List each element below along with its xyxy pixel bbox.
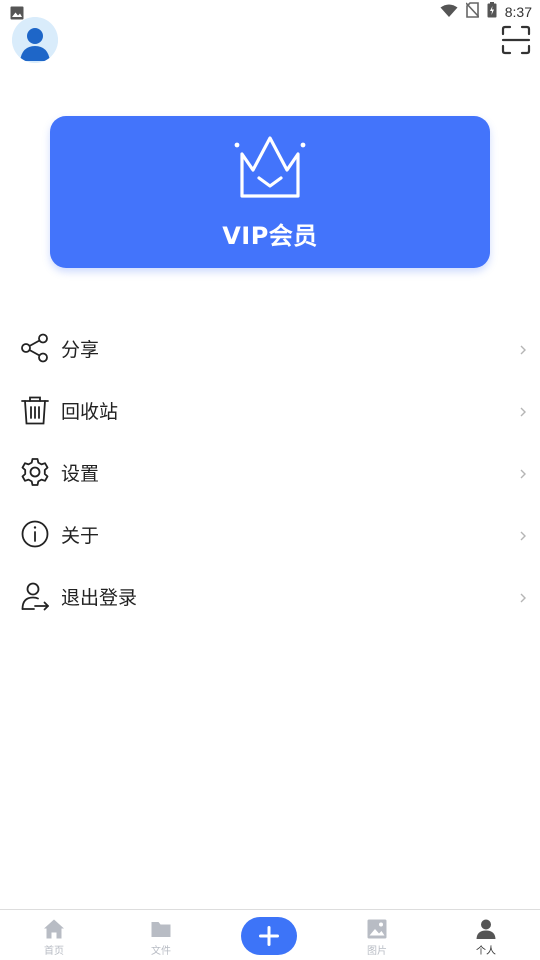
share-icon: [20, 333, 50, 363]
chevron-right-icon: [518, 589, 528, 603]
nav-item-images[interactable]: 图片: [347, 910, 407, 960]
wifi-icon: [440, 3, 458, 22]
chevron-right-icon: [518, 527, 528, 541]
image-icon: [366, 918, 388, 940]
user-avatar-icon[interactable]: [12, 17, 58, 63]
nav-item-home[interactable]: 首页: [24, 910, 84, 960]
folder-icon: [150, 918, 172, 940]
menu-item-about[interactable]: 关于: [0, 502, 540, 564]
menu-label: 退出登录: [61, 587, 138, 609]
nav-item-profile[interactable]: 个人: [456, 910, 516, 960]
no-sim-icon: [465, 2, 480, 22]
menu-label: 分享: [61, 339, 100, 361]
chevron-right-icon: [518, 403, 528, 417]
trash-icon: [20, 395, 50, 425]
menu-item-logout[interactable]: 退出登录: [0, 564, 540, 626]
nav-label: 首页: [44, 946, 64, 957]
home-icon: [43, 918, 65, 940]
gear-icon: [20, 457, 50, 487]
nav-label: 图片: [367, 946, 387, 957]
vip-title: VIP会员: [222, 222, 318, 250]
menu-label: 关于: [61, 525, 100, 547]
nav-label: 个人: [476, 946, 496, 957]
status-bar: 8:37: [0, 0, 540, 24]
chevron-right-icon: [518, 341, 528, 355]
bottom-nav: 首页 文件 图片 个人: [0, 909, 540, 960]
logout-icon: [20, 581, 50, 611]
add-button[interactable]: [241, 917, 297, 955]
info-icon: [20, 519, 50, 549]
scan-icon[interactable]: [501, 25, 531, 55]
nav-label: 文件: [151, 946, 171, 957]
person-icon: [475, 918, 497, 940]
menu-label: 设置: [61, 463, 100, 485]
settings-menu: 分享 回收站 设置 关于 退出登录: [0, 316, 540, 626]
nav-item-files[interactable]: 文件: [131, 910, 191, 960]
crown-icon: [232, 136, 308, 202]
vip-card[interactable]: VIP会员: [50, 116, 490, 268]
menu-item-settings[interactable]: 设置: [0, 440, 540, 502]
plus-icon: [259, 926, 279, 946]
battery-charging-icon: [487, 2, 497, 22]
menu-item-recycle-bin[interactable]: 回收站: [0, 378, 540, 440]
chevron-right-icon: [518, 465, 528, 479]
status-time: 8:37: [504, 4, 532, 20]
menu-label: 回收站: [61, 401, 119, 423]
menu-item-share[interactable]: 分享: [0, 316, 540, 378]
